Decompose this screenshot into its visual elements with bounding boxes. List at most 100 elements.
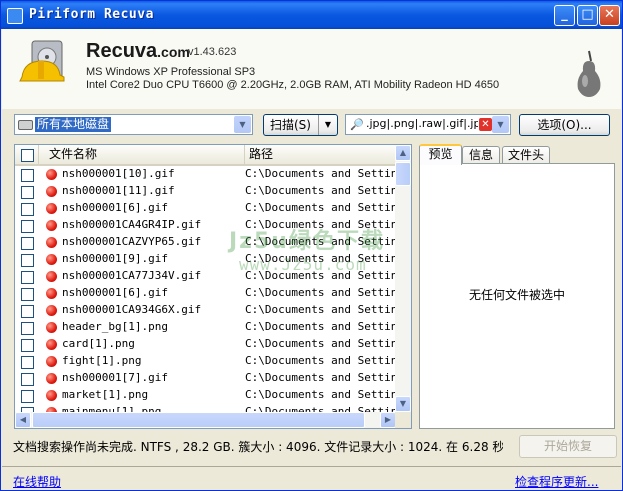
- status-red-icon: [46, 390, 57, 401]
- watermark-text: Jz5u绿色下载: [229, 229, 385, 254]
- file-path: C:\Documents and Settings: [245, 286, 396, 299]
- file-name: nsh000001CA934G6X.gif: [62, 303, 202, 316]
- file-path: C:\Documents and Settings: [245, 354, 396, 367]
- file-type-filter[interactable]: 🔎 .jpg|.png|.raw|.gif|.jpeg ✕ ▼: [345, 114, 511, 135]
- table-row[interactable]: fight[1].png C:\Documents and Settings: [15, 353, 396, 370]
- status-red-icon: [46, 254, 57, 265]
- row-checkbox[interactable]: [21, 305, 34, 318]
- file-name: card[1].png: [62, 337, 135, 350]
- scroll-left-icon[interactable]: ◀: [15, 412, 31, 428]
- scroll-up-icon[interactable]: ▲: [395, 145, 411, 161]
- drive-select[interactable]: 所有本地磁盘 ▼: [14, 114, 253, 135]
- scan-dropdown-icon[interactable]: ▼: [318, 115, 337, 135]
- table-row[interactable]: nsh000001[7].gif C:\Documents and Setting…: [15, 370, 396, 387]
- file-path: C:\Documents and Settings: [245, 184, 396, 197]
- horizontal-scrollbar[interactable]: ◀ ▶: [15, 412, 396, 428]
- version-label: v1.43.623: [188, 46, 237, 58]
- file-list[interactable]: 文件名称 路径 nsh000001[10].gif C:\Documents an…: [14, 144, 412, 429]
- minimize-button[interactable]: _: [554, 5, 575, 26]
- row-checkbox[interactable]: [21, 288, 34, 301]
- table-row[interactable]: market[1].png C:\Documents and Settings: [15, 387, 396, 404]
- status-red-icon: [46, 305, 57, 316]
- file-name: nsh000001CA77J34V.gif: [62, 269, 202, 282]
- status-red-icon: [46, 271, 57, 282]
- table-row[interactable]: nsh000001[6].gif C:\Documents and Setting…: [15, 285, 396, 302]
- file-path: C:\Documents and Settings: [245, 320, 396, 333]
- row-checkbox[interactable]: [21, 220, 34, 233]
- vertical-scroll-thumb[interactable]: [395, 162, 411, 186]
- file-path: C:\Documents and Settings: [245, 201, 396, 214]
- check-updates-link[interactable]: 检查程序更新...: [515, 473, 598, 490]
- maximize-icon: □: [581, 7, 594, 22]
- drive-select-value: 所有本地磁盘: [35, 117, 112, 132]
- chevron-down-icon[interactable]: ▼: [234, 116, 251, 133]
- table-row[interactable]: card[1].png C:\Documents and Settings: [15, 336, 396, 353]
- row-checkbox[interactable]: [21, 322, 34, 335]
- title-bar[interactable]: Piriform Recuva _ □ ✕: [1, 1, 622, 29]
- search-icon: 🔎: [350, 118, 364, 131]
- table-row[interactable]: nsh000001[10].gif C:\Documents and Settin…: [15, 166, 396, 183]
- app-window: Piriform Recuva _ □ ✕ Recuva.com v1.43.6…: [0, 0, 623, 491]
- status-red-icon: [46, 237, 57, 248]
- row-checkbox[interactable]: [21, 169, 34, 182]
- file-name: fight[1].png: [62, 354, 142, 367]
- file-rows: nsh000001[10].gif C:\Documents and Settin…: [15, 166, 396, 421]
- recover-button[interactable]: 开始恢复: [519, 435, 617, 458]
- scroll-down-icon[interactable]: ▼: [395, 396, 411, 412]
- table-row[interactable]: header_bg[1].png C:\Documents and Setting…: [15, 319, 396, 336]
- file-path: C:\Documents and Settings: [245, 167, 396, 180]
- file-name: nsh000001[9].gif: [62, 252, 168, 265]
- table-row[interactable]: nsh000001CA934G6X.gif C:\Documents and Se…: [15, 302, 396, 319]
- tab-info[interactable]: 信息: [462, 146, 500, 164]
- column-header-path[interactable]: 路径: [245, 145, 396, 164]
- select-all-checkbox[interactable]: [21, 149, 34, 162]
- scroll-right-icon[interactable]: ▶: [380, 412, 396, 428]
- file-path: C:\Documents and Settings: [245, 337, 396, 350]
- row-checkbox[interactable]: [21, 254, 34, 267]
- file-path: C:\Documents and Settings: [245, 303, 396, 316]
- file-path: C:\Documents and Settings: [245, 388, 396, 401]
- file-name: nsh000001[11].gif: [62, 184, 175, 197]
- scan-button[interactable]: 扫描(S) ▼: [263, 114, 338, 136]
- close-button[interactable]: ✕: [599, 5, 620, 26]
- row-checkbox[interactable]: [21, 373, 34, 386]
- clear-filter-icon[interactable]: ✕: [479, 118, 492, 131]
- options-button[interactable]: 选项(O)...: [519, 114, 610, 136]
- preview-empty-text: 无任何文件被选中: [468, 288, 565, 302]
- file-name: nsh000001[10].gif: [62, 167, 175, 180]
- scan-button-label: 扫描(S): [270, 118, 311, 132]
- row-checkbox[interactable]: [21, 271, 34, 284]
- footer-divider: [2, 466, 621, 467]
- hardware-info: Intel Core2 Duo CPU T6600 @ 2.20GHz, 2.0…: [86, 79, 500, 91]
- status-red-icon: [46, 373, 57, 384]
- table-row[interactable]: nsh000001[6].gif C:\Documents and Setting…: [15, 200, 396, 217]
- vertical-scrollbar[interactable]: ▲ ▼: [395, 145, 411, 412]
- row-checkbox[interactable]: [21, 339, 34, 352]
- row-checkbox[interactable]: [21, 186, 34, 199]
- status-red-icon: [46, 220, 57, 231]
- table-row[interactable]: nsh000001[11].gif C:\Documents and Settin…: [15, 183, 396, 200]
- chevron-down-icon[interactable]: ▼: [492, 116, 509, 133]
- tab-file-header[interactable]: 文件头: [502, 146, 550, 164]
- tab-preview[interactable]: 预览: [419, 144, 462, 165]
- horizontal-scroll-thumb[interactable]: [32, 412, 365, 428]
- status-text: 文档搜索操作尚未完成. NTFS , 28.2 GB. 簇大小 : 4096. …: [13, 440, 503, 454]
- list-header: 文件名称 路径: [15, 145, 396, 166]
- row-checkbox[interactable]: [21, 237, 34, 250]
- pear-logo-icon: [577, 50, 601, 97]
- maximize-button[interactable]: □: [577, 5, 598, 26]
- os-info: MS Windows XP Professional SP3: [86, 66, 256, 78]
- minimize-icon: _: [561, 7, 568, 22]
- row-checkbox[interactable]: [21, 203, 34, 216]
- row-checkbox[interactable]: [21, 390, 34, 403]
- file-name: nsh000001CAZVYP65.gif: [62, 235, 202, 248]
- select-all-cell[interactable]: [15, 145, 39, 164]
- watermark-url: www.Jz5u.com: [239, 255, 367, 274]
- row-checkbox[interactable]: [21, 356, 34, 369]
- status-red-icon: [46, 203, 57, 214]
- status-red-icon: [46, 339, 57, 350]
- scroll-corner: [395, 412, 411, 428]
- column-header-filename[interactable]: 文件名称: [39, 145, 245, 164]
- detail-tabs: 预览 信息 文件头: [419, 144, 615, 165]
- online-help-link[interactable]: 在线帮助: [13, 473, 61, 490]
